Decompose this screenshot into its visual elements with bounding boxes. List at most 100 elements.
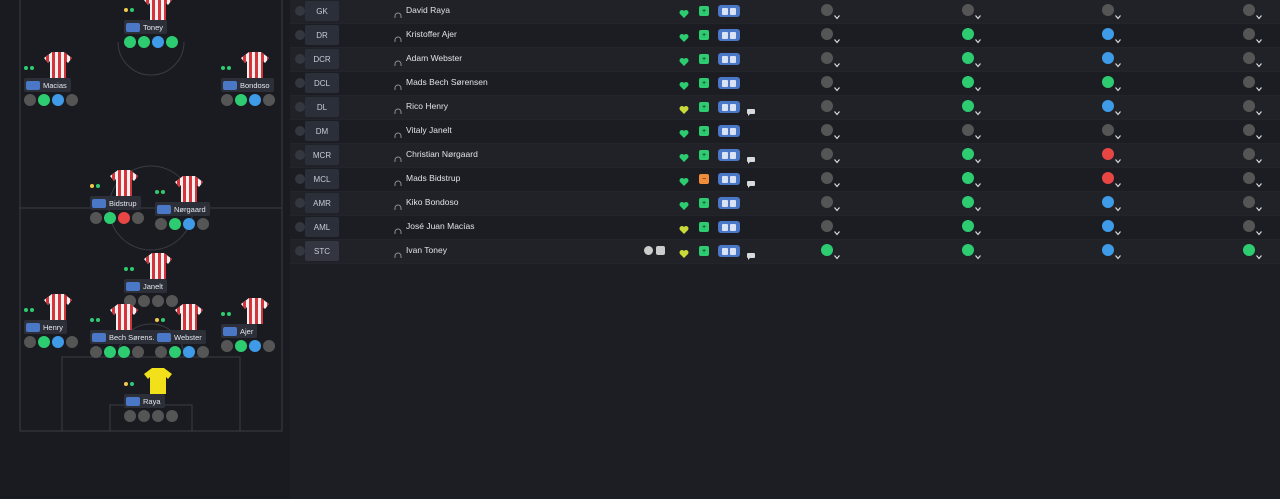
player-card-toggle[interactable]: [718, 245, 740, 257]
role-dropdown-4[interactable]: [1243, 52, 1262, 68]
role-dropdown-1[interactable]: [821, 100, 840, 116]
pitch-player-norgaard[interactable]: Nørgaard: [155, 176, 225, 246]
position-button[interactable]: DM: [305, 121, 339, 141]
role-dropdown-1[interactable]: [821, 52, 840, 68]
table-row[interactable]: AML José Juan Macías +: [290, 216, 1280, 240]
player-card-toggle[interactable]: [718, 29, 740, 41]
chat-icon[interactable]: [747, 175, 755, 188]
role-dropdown-3[interactable]: [1102, 76, 1121, 92]
player-name[interactable]: Kiko Bondoso: [406, 197, 458, 207]
role-dropdown-2[interactable]: [962, 28, 981, 44]
player-nameplate[interactable]: Bidstrup: [90, 196, 141, 210]
player-nameplate[interactable]: Ajer: [221, 324, 258, 338]
player-card-toggle[interactable]: [718, 101, 740, 113]
position-button[interactable]: STC: [305, 241, 339, 261]
pitch-player-macias[interactable]: Macias: [24, 52, 94, 122]
pitch-player-webster[interactable]: Webster: [155, 304, 225, 374]
table-row[interactable]: MCR Christian Nørgaard +: [290, 144, 1280, 168]
player-name[interactable]: Ivan Toney: [406, 245, 447, 255]
player-card-toggle[interactable]: [718, 77, 740, 89]
role-dropdown-3[interactable]: [1102, 4, 1121, 20]
role-dropdown-2[interactable]: [962, 100, 981, 116]
player-name[interactable]: Vitaly Janelt: [406, 125, 452, 135]
role-dropdown-4[interactable]: [1243, 76, 1262, 92]
position-button[interactable]: MCR: [305, 145, 339, 165]
pitch-player-bidstrup[interactable]: Bidstrup: [90, 170, 160, 240]
select-checkbox[interactable]: [295, 78, 305, 88]
position-button[interactable]: AML: [305, 217, 339, 237]
chat-icon[interactable]: [747, 151, 755, 164]
role-dropdown-2[interactable]: [962, 172, 981, 188]
position-button[interactable]: DL: [305, 97, 339, 117]
pitch-player-ajer[interactable]: Ajer: [221, 298, 291, 368]
role-dropdown-2[interactable]: [962, 124, 981, 140]
role-dropdown-3[interactable]: [1102, 172, 1121, 188]
select-checkbox[interactable]: [295, 6, 305, 16]
position-button[interactable]: DCL: [305, 73, 339, 93]
role-dropdown-3[interactable]: [1102, 52, 1121, 68]
player-card-toggle[interactable]: [718, 197, 740, 209]
role-dropdown-2[interactable]: [962, 196, 981, 212]
role-dropdown-3[interactable]: [1102, 28, 1121, 44]
player-card-toggle[interactable]: [718, 173, 740, 185]
role-dropdown-2[interactable]: [962, 52, 981, 68]
chat-icon[interactable]: [747, 247, 755, 260]
position-button[interactable]: GK: [305, 1, 339, 21]
role-dropdown-4[interactable]: [1243, 100, 1262, 116]
select-checkbox[interactable]: [295, 246, 305, 256]
select-checkbox[interactable]: [295, 174, 305, 184]
role-dropdown-4[interactable]: [1243, 148, 1262, 164]
role-dropdown-1[interactable]: [821, 4, 840, 20]
role-dropdown-2[interactable]: [962, 76, 981, 92]
player-nameplate[interactable]: Bondoso: [221, 78, 274, 92]
role-dropdown-3[interactable]: [1102, 100, 1121, 116]
pitch-player-raya[interactable]: Raya: [124, 368, 194, 438]
role-dropdown-3[interactable]: [1102, 220, 1121, 236]
player-name[interactable]: Kristoffer Ajer: [406, 29, 457, 39]
table-row[interactable]: DCR Adam Webster +: [290, 48, 1280, 72]
select-checkbox[interactable]: [295, 222, 305, 232]
table-row[interactable]: DCL Mads Bech Sørensen +: [290, 72, 1280, 96]
select-checkbox[interactable]: [295, 30, 305, 40]
table-row[interactable]: DM Vitaly Janelt +: [290, 120, 1280, 144]
role-dropdown-2[interactable]: [962, 220, 981, 236]
role-dropdown-1[interactable]: [821, 124, 840, 140]
chat-icon[interactable]: [747, 103, 755, 116]
role-dropdown-4[interactable]: [1243, 28, 1262, 44]
role-dropdown-3[interactable]: [1102, 148, 1121, 164]
player-nameplate[interactable]: Raya: [124, 394, 165, 408]
player-nameplate[interactable]: Bech Sørens...: [90, 330, 163, 344]
role-dropdown-1[interactable]: [821, 172, 840, 188]
player-name[interactable]: Christian Nørgaard: [406, 149, 478, 159]
select-checkbox[interactable]: [295, 102, 305, 112]
role-dropdown-2[interactable]: [962, 4, 981, 20]
player-card-toggle[interactable]: [718, 53, 740, 65]
player-nameplate[interactable]: Macias: [24, 78, 71, 92]
role-dropdown-2[interactable]: [962, 148, 981, 164]
player-name[interactable]: José Juan Macías: [406, 221, 475, 231]
player-nameplate[interactable]: Webster: [155, 330, 206, 344]
position-button[interactable]: DCR: [305, 49, 339, 69]
pitch-player-henry[interactable]: Henry: [24, 294, 94, 364]
pitch-player-bechsor[interactable]: Bech Sørens...: [90, 304, 163, 374]
role-dropdown-4[interactable]: [1243, 172, 1262, 188]
role-dropdown-1[interactable]: [821, 28, 840, 44]
player-name[interactable]: Rico Henry: [406, 101, 448, 111]
role-dropdown-1[interactable]: [821, 196, 840, 212]
table-row[interactable]: GK David Raya +: [290, 0, 1280, 24]
player-name[interactable]: Mads Bech Sørensen: [406, 77, 488, 87]
select-checkbox[interactable]: [295, 126, 305, 136]
player-name[interactable]: Adam Webster: [406, 53, 462, 63]
player-card-toggle[interactable]: [718, 5, 740, 17]
role-dropdown-1[interactable]: [821, 148, 840, 164]
select-checkbox[interactable]: [295, 150, 305, 160]
player-nameplate[interactable]: Toney: [124, 20, 168, 34]
role-dropdown-1[interactable]: [821, 220, 840, 236]
table-row[interactable]: AMR Kiko Bondoso +: [290, 192, 1280, 216]
player-nameplate[interactable]: Janelt: [124, 279, 168, 293]
role-dropdown-2[interactable]: [962, 244, 981, 260]
table-row[interactable]: STC Ivan Toney +: [290, 240, 1280, 264]
player-name[interactable]: David Raya: [406, 5, 450, 15]
table-row[interactable]: DL Rico Henry +: [290, 96, 1280, 120]
table-row[interactable]: MCL Mads Bidstrup −: [290, 168, 1280, 192]
